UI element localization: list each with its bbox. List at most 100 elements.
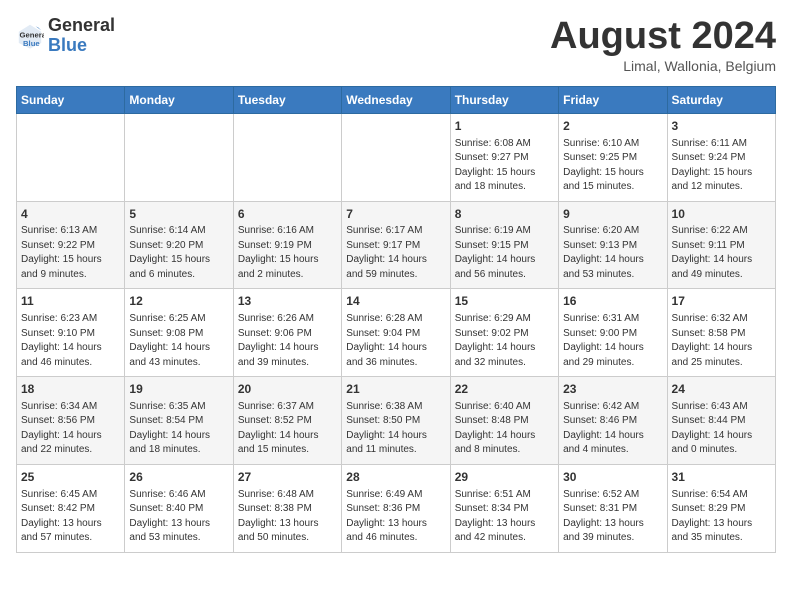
- day-number: 12: [129, 293, 228, 310]
- day-info: Sunrise: 6:46 AM Sunset: 8:40 PM Dayligh…: [129, 488, 228, 546]
- calendar-cell: 18 Sunrise: 6:34 AM Sunset: 8:56 PM Dayli…: [17, 377, 125, 465]
- day-of-week-header: Sunday: [17, 86, 125, 113]
- day-number: 20: [238, 381, 337, 398]
- calendar-cell: 3 Sunrise: 6:11 AM Sunset: 9:24 PM Daylig…: [667, 113, 775, 201]
- day-number: 4: [21, 206, 120, 223]
- day-number: 3: [672, 118, 771, 135]
- day-info: Sunrise: 6:08 AM Sunset: 9:27 PM Dayligh…: [455, 137, 554, 195]
- calendar-body: 1 Sunrise: 6:08 AM Sunset: 9:27 PM Daylig…: [17, 113, 776, 552]
- month-year-title: August 2024: [550, 16, 776, 58]
- calendar-week-row: 1 Sunrise: 6:08 AM Sunset: 9:27 PM Daylig…: [17, 113, 776, 201]
- day-info: Sunrise: 6:11 AM Sunset: 9:24 PM Dayligh…: [672, 137, 771, 195]
- calendar-cell: 13Sunrise: 6:26 AM Sunset: 9:06 PM Dayli…: [233, 289, 341, 377]
- svg-text:Blue: Blue: [23, 39, 40, 48]
- calendar-cell: 27Sunrise: 6:48 AM Sunset: 8:38 PM Dayli…: [233, 464, 341, 552]
- calendar-cell: [342, 113, 450, 201]
- day-number: 7: [346, 206, 445, 223]
- day-info: Sunrise: 6:38 AM Sunset: 8:50 PM Dayligh…: [346, 400, 445, 458]
- day-number: 11: [21, 293, 120, 310]
- day-number: 24: [672, 381, 771, 398]
- day-info: Sunrise: 6:54 AM Sunset: 8:29 PM Dayligh…: [672, 488, 771, 546]
- days-of-week-row: SundayMondayTuesdayWednesdayThursdayFrid…: [17, 86, 776, 113]
- day-number: 23: [563, 381, 662, 398]
- day-number: 10: [672, 206, 771, 223]
- location-subtitle: Limal, Wallonia, Belgium: [550, 58, 776, 74]
- day-number: 18: [21, 381, 120, 398]
- calendar-cell: 2 Sunrise: 6:10 AM Sunset: 9:25 PM Daylig…: [559, 113, 667, 201]
- day-info: Sunrise: 6:17 AM Sunset: 9:17 PM Dayligh…: [346, 224, 445, 282]
- calendar-cell: [233, 113, 341, 201]
- calendar-cell: 25 Sunrise: 6:45 AM Sunset: 8:42 PM Dayli…: [17, 464, 125, 552]
- calendar-cell: 21Sunrise: 6:38 AM Sunset: 8:50 PM Dayli…: [342, 377, 450, 465]
- logo-blue-text: Blue: [48, 36, 115, 56]
- calendar-week-row: 18 Sunrise: 6:34 AM Sunset: 8:56 PM Dayli…: [17, 377, 776, 465]
- logo-general-text: General: [48, 16, 115, 36]
- day-of-week-header: Friday: [559, 86, 667, 113]
- logo-icon: General Blue: [16, 22, 44, 50]
- calendar-week-row: 11Sunrise: 6:23 AM Sunset: 9:10 PM Dayli…: [17, 289, 776, 377]
- calendar-cell: 15 Sunrise: 6:29 AM Sunset: 9:02 PM Dayli…: [450, 289, 558, 377]
- calendar-cell: 6Sunrise: 6:16 AM Sunset: 9:19 PM Daylig…: [233, 201, 341, 289]
- day-info: Sunrise: 6:52 AM Sunset: 8:31 PM Dayligh…: [563, 488, 662, 546]
- calendar-cell: 1 Sunrise: 6:08 AM Sunset: 9:27 PM Daylig…: [450, 113, 558, 201]
- day-info: Sunrise: 6:42 AM Sunset: 8:46 PM Dayligh…: [563, 400, 662, 458]
- day-of-week-header: Thursday: [450, 86, 558, 113]
- day-number: 1: [455, 118, 554, 135]
- logo-text: General Blue: [48, 16, 115, 56]
- day-of-week-header: Saturday: [667, 86, 775, 113]
- day-number: 2: [563, 118, 662, 135]
- calendar-cell: 30 Sunrise: 6:52 AM Sunset: 8:31 PM Dayli…: [559, 464, 667, 552]
- logo: General Blue General Blue: [16, 16, 115, 56]
- calendar-cell: 12Sunrise: 6:25 AM Sunset: 9:08 PM Dayli…: [125, 289, 233, 377]
- day-number: 31: [672, 469, 771, 486]
- day-number: 15: [455, 293, 554, 310]
- calendar-week-row: 25 Sunrise: 6:45 AM Sunset: 8:42 PM Dayli…: [17, 464, 776, 552]
- day-info: Sunrise: 6:37 AM Sunset: 8:52 PM Dayligh…: [238, 400, 337, 458]
- calendar-cell: 9Sunrise: 6:20 AM Sunset: 9:13 PM Daylig…: [559, 201, 667, 289]
- calendar-cell: 16Sunrise: 6:31 AM Sunset: 9:00 PM Dayli…: [559, 289, 667, 377]
- calendar-cell: 4Sunrise: 6:13 AM Sunset: 9:22 PM Daylig…: [17, 201, 125, 289]
- day-info: Sunrise: 6:10 AM Sunset: 9:25 PM Dayligh…: [563, 137, 662, 195]
- calendar-cell: 31 Sunrise: 6:54 AM Sunset: 8:29 PM Dayli…: [667, 464, 775, 552]
- day-info: Sunrise: 6:22 AM Sunset: 9:11 PM Dayligh…: [672, 224, 771, 282]
- calendar-week-row: 4Sunrise: 6:13 AM Sunset: 9:22 PM Daylig…: [17, 201, 776, 289]
- day-info: Sunrise: 6:14 AM Sunset: 9:20 PM Dayligh…: [129, 224, 228, 282]
- day-info: Sunrise: 6:29 AM Sunset: 9:02 PM Dayligh…: [455, 312, 554, 370]
- day-info: Sunrise: 6:43 AM Sunset: 8:44 PM Dayligh…: [672, 400, 771, 458]
- calendar-table: SundayMondayTuesdayWednesdayThursdayFrid…: [16, 86, 776, 553]
- day-info: Sunrise: 6:20 AM Sunset: 9:13 PM Dayligh…: [563, 224, 662, 282]
- day-number: 16: [563, 293, 662, 310]
- calendar-cell: 7Sunrise: 6:17 AM Sunset: 9:17 PM Daylig…: [342, 201, 450, 289]
- calendar-cell: 17 Sunrise: 6:32 AM Sunset: 8:58 PM Dayli…: [667, 289, 775, 377]
- calendar-cell: 23 Sunrise: 6:42 AM Sunset: 8:46 PM Dayli…: [559, 377, 667, 465]
- day-info: Sunrise: 6:13 AM Sunset: 9:22 PM Dayligh…: [21, 224, 120, 282]
- day-info: Sunrise: 6:49 AM Sunset: 8:36 PM Dayligh…: [346, 488, 445, 546]
- day-info: Sunrise: 6:19 AM Sunset: 9:15 PM Dayligh…: [455, 224, 554, 282]
- day-number: 29: [455, 469, 554, 486]
- day-number: 14: [346, 293, 445, 310]
- calendar-cell: 14Sunrise: 6:28 AM Sunset: 9:04 PM Dayli…: [342, 289, 450, 377]
- day-of-week-header: Wednesday: [342, 86, 450, 113]
- day-info: Sunrise: 6:40 AM Sunset: 8:48 PM Dayligh…: [455, 400, 554, 458]
- calendar-cell: 22 Sunrise: 6:40 AM Sunset: 8:48 PM Dayli…: [450, 377, 558, 465]
- title-block: August 2024 Limal, Wallonia, Belgium: [550, 16, 776, 74]
- day-number: 27: [238, 469, 337, 486]
- day-info: Sunrise: 6:35 AM Sunset: 8:54 PM Dayligh…: [129, 400, 228, 458]
- day-info: Sunrise: 6:34 AM Sunset: 8:56 PM Dayligh…: [21, 400, 120, 458]
- day-number: 25: [21, 469, 120, 486]
- day-number: 6: [238, 206, 337, 223]
- day-info: Sunrise: 6:32 AM Sunset: 8:58 PM Dayligh…: [672, 312, 771, 370]
- calendar-cell: 24 Sunrise: 6:43 AM Sunset: 8:44 PM Dayli…: [667, 377, 775, 465]
- calendar-cell: 29Sunrise: 6:51 AM Sunset: 8:34 PM Dayli…: [450, 464, 558, 552]
- day-of-week-header: Tuesday: [233, 86, 341, 113]
- day-number: 26: [129, 469, 228, 486]
- day-info: Sunrise: 6:16 AM Sunset: 9:19 PM Dayligh…: [238, 224, 337, 282]
- day-info: Sunrise: 6:45 AM Sunset: 8:42 PM Dayligh…: [21, 488, 120, 546]
- day-number: 17: [672, 293, 771, 310]
- day-number: 30: [563, 469, 662, 486]
- calendar-cell: 10Sunrise: 6:22 AM Sunset: 9:11 PM Dayli…: [667, 201, 775, 289]
- day-number: 28: [346, 469, 445, 486]
- calendar-cell: 28 Sunrise: 6:49 AM Sunset: 8:36 PM Dayli…: [342, 464, 450, 552]
- day-number: 22: [455, 381, 554, 398]
- day-number: 13: [238, 293, 337, 310]
